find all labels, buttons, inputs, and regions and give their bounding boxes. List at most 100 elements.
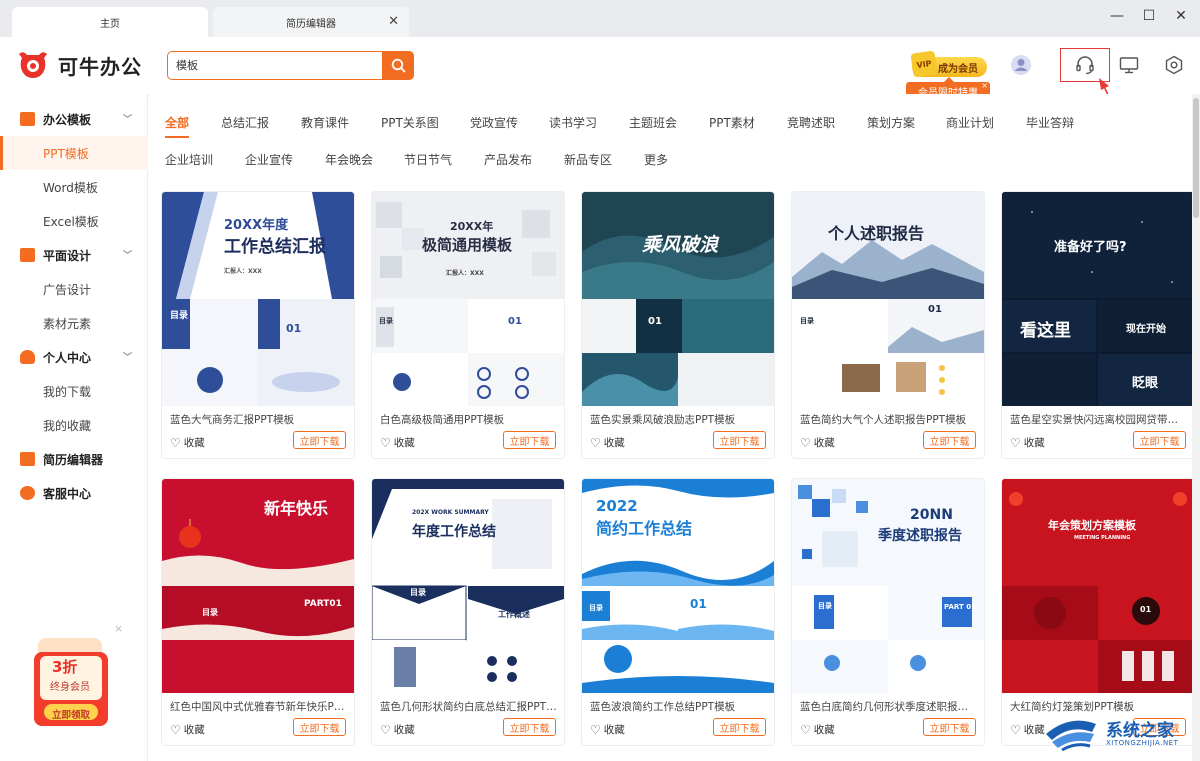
favorite-button[interactable]: ♡ 收藏 (800, 435, 835, 450)
favorite-button[interactable]: ♡ 收藏 (380, 435, 415, 450)
category-item[interactable]: 毕业答辩 (1026, 114, 1074, 131)
template-title[interactable]: 蓝色星空实景快闪远离校园网贷带内容... (1010, 412, 1188, 427)
sidebar-item-my-downloads[interactable]: 我的下载 (0, 374, 148, 408)
template-card[interactable]: 年会策划方案模板 MEETING PLANNING 01 大红简约灯笼策划PPT… (1001, 478, 1195, 746)
template-title[interactable]: 红色中国风中式优雅春节新年快乐PPT... (170, 699, 348, 714)
heart-icon: ♡ (800, 435, 811, 450)
category-item[interactable]: 策划方案 (867, 114, 915, 131)
template-title[interactable]: 蓝色几何形状简约白底总结汇报PPT模... (380, 699, 558, 714)
template-card[interactable]: 新年快乐 目录 PART01 红色中国风中式优雅春节新年快乐PPT... ♡ 收藏… (161, 478, 355, 746)
sidebar-item-excel[interactable]: Excel模板 (0, 204, 148, 238)
category-item[interactable]: 总结汇报 (221, 114, 269, 131)
settings-hexagon-icon[interactable] (1163, 54, 1185, 76)
template-card[interactable]: 个人述职报告 目录 01 蓝色简约大气个人述职报告PPT模板 ♡ 收藏 立即下载 (791, 191, 985, 459)
sidebar-group-graphic-design[interactable]: 平面设计 ﹀ (0, 238, 148, 272)
favorite-button[interactable]: ♡ 收藏 (1010, 435, 1045, 450)
download-button[interactable]: 立即下载 (293, 431, 346, 449)
template-card[interactable]: 202X WORK SUMMARY 年度工作总结 目录 工作概述 蓝色几何形状简… (371, 478, 565, 746)
favorite-button[interactable]: ♡ 收藏 (590, 722, 625, 737)
sidebar-item-my-favorites[interactable]: 我的收藏 (0, 408, 148, 442)
minimize-icon[interactable]: — (1108, 8, 1126, 24)
template-title[interactable]: 蓝色简约大气个人述职报告PPT模板 (800, 412, 978, 427)
template-card[interactable]: 2022 简约工作总结 目录 01 蓝色波浪简约工作总结PPT模板 ♡ 收藏 立即… (581, 478, 775, 746)
sidebar-group-customer-service[interactable]: 客服中心 (0, 476, 148, 510)
sidebar-group-personal-center[interactable]: 个人中心 ﹀ (0, 340, 148, 374)
category-item[interactable]: PPT关系图 (381, 114, 439, 131)
template-card[interactable]: 20NN 季度述职报告 目录 PART 01 蓝色白底简约几何形状季度述职报告p… (791, 478, 985, 746)
sidebar-group-office-templates[interactable]: 办公模板 ﹀ (0, 102, 148, 136)
template-thumbnail: 乘风破浪 01 (582, 192, 774, 406)
favorite-label: 收藏 (603, 724, 625, 736)
download-button[interactable]: 立即下载 (713, 431, 766, 449)
scrollbar[interactable] (1192, 94, 1200, 761)
category-item[interactable]: 年会晚会 (325, 151, 373, 168)
category-item[interactable]: 更多 (644, 151, 668, 168)
category-item[interactable]: 竞聘述职 (787, 114, 835, 131)
category-item[interactable]: 企业宣传 (245, 151, 293, 168)
favorite-button[interactable]: ♡ 收藏 (800, 722, 835, 737)
tab-resume-editor[interactable]: 简历编辑器 ✕ (213, 7, 409, 37)
template-card[interactable]: 准备好了吗? 看这里 现在开始 眨眼 蓝色星空实景快闪远离校园网贷带内容... … (1001, 191, 1195, 459)
sidebar-item-ppt[interactable]: PPT模板 (0, 136, 148, 170)
coupon-close-icon[interactable]: × (114, 622, 123, 635)
sidebar-group-resume-editor[interactable]: 简历编辑器 (0, 442, 148, 476)
category-item[interactable]: 教育课件 (301, 114, 349, 131)
category-item[interactable]: 产品发布 (484, 151, 532, 168)
thumb-text: 01 (286, 322, 302, 335)
tab-close-icon[interactable]: ✕ (388, 15, 399, 28)
become-member-button[interactable]: VIP 成为会员 (910, 50, 987, 78)
download-button[interactable]: 立即下载 (923, 431, 976, 449)
heart-icon: ♡ (590, 435, 601, 450)
download-button[interactable]: 立即下载 (713, 718, 766, 736)
thumb-text: PART 01 (944, 603, 976, 611)
favorite-button[interactable]: ♡ 收藏 (170, 722, 205, 737)
category-item[interactable]: 读书学习 (549, 114, 597, 131)
thumb-text: MEETING PLANNING (1074, 535, 1131, 541)
scrollbar-thumb[interactable] (1193, 98, 1199, 218)
category-item[interactable]: 节日节气 (404, 151, 452, 168)
category-item[interactable]: 主题班会 (629, 114, 677, 131)
tab-home[interactable]: 主页 (12, 7, 208, 37)
search-button[interactable] (382, 50, 414, 80)
search-icon (391, 58, 405, 72)
close-window-icon[interactable]: ✕ (1172, 8, 1190, 24)
coupon-button[interactable]: 立即领取 (52, 707, 90, 721)
chevron-down-icon: ﹀ (122, 115, 132, 125)
sidebar-item-materials[interactable]: 素材元素 (0, 306, 148, 340)
favorite-button[interactable]: ♡ 收藏 (590, 435, 625, 450)
download-button[interactable]: 立即下载 (503, 718, 556, 736)
category-all[interactable]: 全部 (165, 114, 190, 138)
template-title[interactable]: 蓝色大气商务汇报PPT模板 (170, 412, 348, 427)
download-button[interactable]: 立即下载 (293, 718, 346, 736)
thumb-text: 目录 (589, 604, 603, 612)
category-item[interactable]: 党政宣传 (470, 114, 518, 131)
category-item[interactable]: 商业计划 (946, 114, 994, 131)
headset-icon (20, 486, 35, 500)
monitor-icon[interactable] (1118, 54, 1140, 76)
template-title[interactable]: 白色高级极简通用PPT模板 (380, 412, 558, 427)
category-item[interactable]: 新品专区 (564, 151, 612, 168)
category-item[interactable]: PPT素材 (709, 114, 755, 131)
promo-close-icon[interactable]: × (981, 81, 988, 90)
sidebar-item-word[interactable]: Word模板 (0, 170, 148, 204)
avatar-icon[interactable] (1010, 54, 1032, 76)
search-input[interactable] (168, 52, 378, 78)
template-title[interactable]: 蓝色波浪简约工作总结PPT模板 (590, 699, 768, 714)
template-card[interactable]: 20XX年 极简通用模板 汇报人：XXX 目录 01 白色高级极简通用PPT模板… (371, 191, 565, 459)
maximize-icon[interactable]: ☐ (1140, 8, 1158, 24)
lifetime-member-coupon[interactable]: 3折 终身会员 立即领取 × (30, 622, 123, 730)
download-button[interactable]: 立即下载 (923, 718, 976, 736)
template-title[interactable]: 蓝色白底简约几何形状季度述职报告p... (800, 699, 978, 714)
favorite-button[interactable]: ♡ 收藏 (170, 435, 205, 450)
template-card[interactable]: 乘风破浪 01 蓝色实景乘风破浪励志PPT模板 ♡ 收藏 立即下载 (581, 191, 775, 459)
thumb-text: 2022 (596, 497, 638, 515)
template-card[interactable]: 20XX年度 工作总结汇报 汇报人：XXX 目录 01 蓝色大气商务汇报PPT模… (161, 191, 355, 459)
template-title[interactable]: 蓝色实景乘风破浪励志PPT模板 (590, 412, 768, 427)
category-item[interactable]: 企业培训 (165, 151, 213, 168)
favorite-button[interactable]: ♡ 收藏 (380, 722, 415, 737)
download-button[interactable]: 立即下载 (1133, 431, 1186, 449)
download-button[interactable]: 立即下载 (503, 431, 556, 449)
sidebar-item-ad-design[interactable]: 广告设计 (0, 272, 148, 306)
thumb-text: 目录 (410, 588, 426, 597)
logo[interactable]: 可牛办公 (16, 50, 142, 80)
